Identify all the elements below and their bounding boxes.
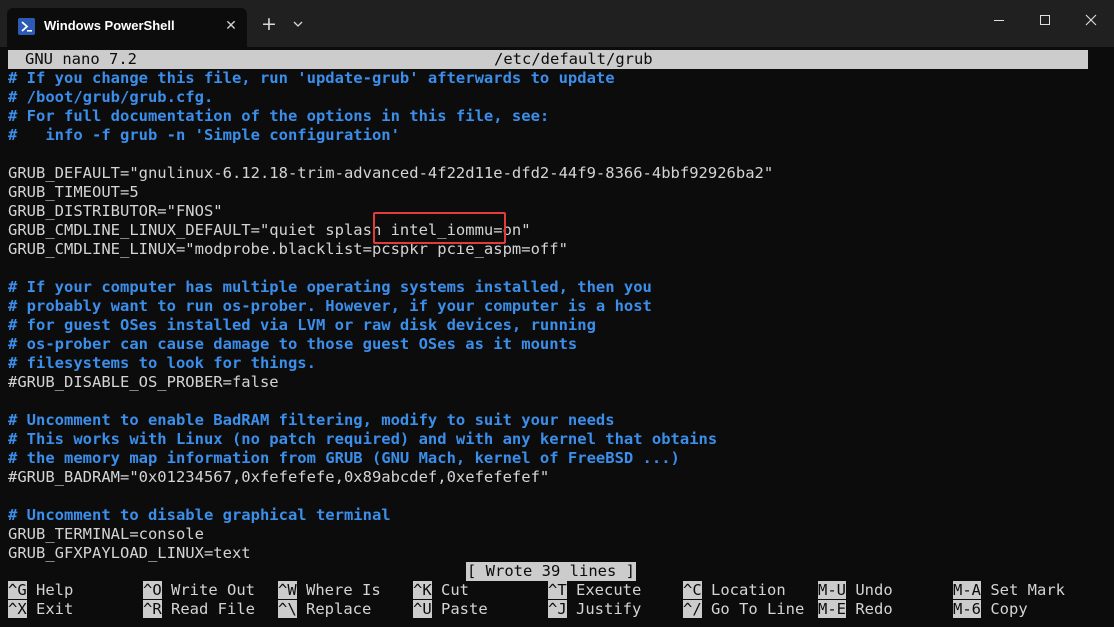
minimize-icon[interactable]: [976, 0, 1022, 40]
shortcut-key: ^\: [278, 600, 297, 618]
editor-line[interactable]: # Uncomment to disable graphical termina…: [8, 506, 391, 525]
shortcut-item: ^T Execute: [548, 581, 641, 600]
editor-line[interactable]: # the memory map information from GRUB (…: [8, 449, 680, 468]
nano-version: GNU nano 7.2: [25, 50, 137, 68]
tab-close-icon[interactable]: ✕: [220, 15, 242, 37]
shortcut-label: Undo: [846, 581, 893, 599]
shortcut-label: Write Out: [161, 581, 255, 599]
shortcut-label: Redo: [846, 600, 893, 618]
shortcut-label: Cut: [431, 581, 469, 599]
shortcut-item: ^R Read File: [143, 600, 255, 619]
editor-line[interactable]: GRUB_TERMINAL=console: [8, 525, 204, 544]
shortcut-item: M-A Set Mark: [953, 581, 1065, 600]
shortcut-key: ^G: [8, 581, 27, 599]
shortcut-key: ^R: [143, 600, 162, 618]
nano-header: GNU nano 7.2 /etc/default/grub: [8, 50, 1088, 69]
editor-line[interactable]: # Uncomment to enable BadRAM filtering, …: [8, 411, 615, 430]
title-bar: Windows PowerShell ✕ +: [0, 0, 1114, 47]
shortcut-key: ^T: [548, 581, 567, 599]
shortcut-label: Where Is: [296, 581, 381, 599]
editor-line[interactable]: # info -f grub -n 'Simple configuration': [8, 126, 400, 145]
shortcut-label: Set Mark: [981, 581, 1065, 599]
shortcut-label: Help: [26, 581, 74, 599]
shortcut-item: ^K Cut: [413, 581, 469, 600]
shortcut-item: ^\ Replace: [278, 600, 371, 619]
editor-line[interactable]: # For full documentation of the options …: [8, 107, 549, 126]
shortcut-label: Justify: [566, 600, 642, 618]
shortcut-item: ^U Paste: [413, 600, 488, 619]
editor-line[interactable]: # If your computer has multiple operatin…: [8, 278, 652, 297]
editor-line[interactable]: GRUB_DEFAULT="gnulinux-6.12.18-trim-adva…: [8, 164, 773, 183]
shortcut-key: M-E: [818, 600, 846, 618]
shortcut-label: Read File: [161, 600, 255, 618]
shortcut-item: ^C Location: [683, 581, 786, 600]
shortcut-item: M-E Redo: [818, 600, 893, 619]
shortcut-item: M-U Undo: [818, 581, 893, 600]
shortcut-key: M-U: [818, 581, 846, 599]
tab-windows-powershell[interactable]: Windows PowerShell ✕: [7, 8, 247, 47]
editor-line[interactable]: #GRUB_DISABLE_OS_PROBER=false: [8, 373, 279, 392]
shortcut-key: ^C: [683, 581, 702, 599]
editor-line[interactable]: # os-prober can cause damage to those gu…: [8, 335, 577, 354]
shortcut-key: M-A: [953, 581, 981, 599]
editor-line[interactable]: #GRUB_BADRAM="0x01234567,0xfefefefe,0x89…: [8, 468, 549, 487]
shortcut-key: ^/: [683, 600, 702, 618]
shortcut-key: ^U: [413, 600, 432, 618]
editor-line[interactable]: # /boot/grub/grub.cfg.: [8, 88, 213, 107]
shortcut-item: ^X Exit: [8, 600, 73, 619]
shortcut-label: Copy: [981, 600, 1028, 618]
nano-filename: /etc/default/grub: [494, 50, 653, 68]
editor-line[interactable]: GRUB_TIMEOUT=5: [8, 183, 139, 202]
shortcut-label: Execute: [566, 581, 642, 599]
shortcut-label: Exit: [26, 600, 74, 618]
tab-title: Windows PowerShell: [44, 18, 175, 33]
shortcut-key: ^K: [413, 581, 432, 599]
editor-line[interactable]: GRUB_GFXPAYLOAD_LINUX=text: [8, 544, 251, 563]
shortcut-key: ^X: [8, 600, 27, 618]
chevron-down-icon[interactable]: [287, 12, 309, 36]
shortcut-key: ^J: [548, 600, 567, 618]
status-message: [ Wrote 39 lines ]: [466, 562, 636, 581]
shortcut-label: Paste: [431, 600, 488, 618]
shortcut-item: ^G Help: [8, 581, 73, 600]
new-tab-button[interactable]: +: [257, 12, 281, 36]
highlight-box: [373, 212, 506, 244]
shortcut-key: ^O: [143, 581, 162, 599]
editor-line[interactable]: # If you change this file, run 'update-g…: [8, 69, 615, 88]
editor-line[interactable]: # filesystems to look for things.: [8, 354, 316, 373]
shortcut-item: ^/ Go To Line: [683, 600, 804, 619]
shortcut-key: ^W: [278, 581, 297, 599]
powershell-icon: [18, 18, 35, 35]
shortcut-item: ^O Write Out: [143, 581, 255, 600]
editor-line[interactable]: # This works with Linux (no patch requir…: [8, 430, 717, 449]
close-icon[interactable]: [1068, 0, 1114, 40]
shortcut-item: ^W Where Is: [278, 581, 381, 600]
shortcut-key: M-6: [953, 600, 981, 618]
editor-line[interactable]: # for guest OSes installed via LVM or ra…: [8, 316, 596, 335]
maximize-icon[interactable]: [1022, 0, 1068, 40]
shortcut-label: Location: [701, 581, 786, 599]
shortcut-item: ^J Justify: [548, 600, 641, 619]
shortcut-label: Go To Line: [701, 600, 805, 618]
shortcut-item: M-6 Copy: [953, 600, 1028, 619]
editor-line[interactable]: # probably want to run os-prober. Howeve…: [8, 297, 652, 316]
editor-line[interactable]: GRUB_DISTRIBUTOR="FNOS": [8, 202, 223, 221]
terminal-area[interactable]: GNU nano 7.2 /etc/default/grub # If you …: [0, 47, 1114, 627]
shortcut-label: Replace: [296, 600, 372, 618]
